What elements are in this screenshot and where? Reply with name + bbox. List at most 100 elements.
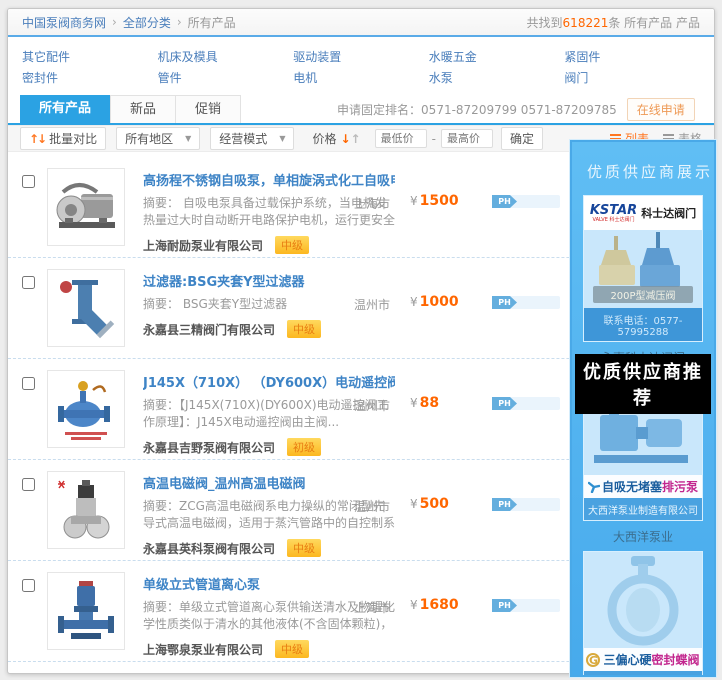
product-thumbnail[interactable] [47,168,125,246]
category-link-plumbing-hardware[interactable]: 水暖五金 [429,48,565,65]
ph-tag: PH [492,397,517,410]
product-thumbnail[interactable] [47,471,125,549]
product-city: 温州市 [354,296,390,313]
category-link-seals[interactable]: 密封件 [22,69,158,86]
product-title-link[interactable]: J145X（710X） （DY600X）电动遥控阀 遥控阀 多 [143,372,395,391]
product-price: ¥88 [410,395,439,411]
row-checkbox[interactable] [22,478,35,491]
ph-indicator: PH [492,599,560,612]
breadcrumb-current: 所有产品 [188,14,236,31]
ph-indicator: PH [492,397,560,410]
category-link-other-parts[interactable]: 其它配件 [22,48,158,65]
row-checkbox[interactable] [22,175,35,188]
company-link[interactable]: 永嘉县吉野泵阀有限公司 [143,439,275,456]
kstar-logo: KSTAR VALVE 科士达阀门 科士达阀门 [584,196,702,230]
pump-banner: 自吸无堵塞 排污泵 [584,475,702,498]
breadcrumb-separator-icon: › [177,15,182,29]
price-sort-label: 价格 [312,130,336,147]
valve-model-label: 200P型减压阀 [593,286,693,303]
category-nav: 其它配件 机床及模具 驱动装置 水暖五金 紧固件 密封件 管件 电机 水泵 阀门 [8,37,714,95]
row-checkbox[interactable] [22,579,35,592]
sort-ascending-icon[interactable]: ↑ [351,132,361,146]
ph-indicator: PH [492,195,560,208]
product-city: 温州市 [354,397,390,414]
product-thumbnail[interactable] [47,269,125,347]
tab-all-products[interactable]: 所有产品 [20,95,110,123]
compare-arrows-icon: ↑↓ [29,132,45,146]
product-title-link[interactable]: 高扬程不锈钢自吸泵，单相旋涡式化工自吸电泵 [143,170,395,189]
chevron-down-icon: ▼ [279,134,285,143]
product-title-link[interactable]: 高温电磁阀_温州高温电磁阀 [143,473,395,492]
product-price: ¥1000 [410,294,459,310]
product-title-link[interactable]: 单级立式管道离心泵 [143,574,395,593]
category-link-fasteners[interactable]: 紧固件 [564,48,700,65]
breadcrumb-category-link[interactable]: 全部分类 [123,14,171,31]
pipeline-pump-image [51,576,121,646]
supplier-ad-shanggao-valve[interactable]: G 三偏心硬 密封蝶阀 上海上高阀门集团有限公司 [583,551,703,677]
ph-indicator: PH [492,498,560,511]
tab-promotions[interactable]: 促销 [176,95,241,123]
chevron-down-icon: ▼ [185,134,191,143]
breadcrumb-separator-icon: › [112,15,117,29]
contact-phone: 联系电话：0577-57995288 [584,308,702,341]
row-checkbox[interactable] [22,276,35,289]
confirm-button[interactable]: 确定 [501,127,543,150]
control-valve-image [51,374,121,444]
product-city: 上海市 [354,195,390,212]
category-link-motors[interactable]: 电机 [293,69,429,86]
category-link-valves[interactable]: 阀门 [564,69,700,86]
product-city: 上海市 [354,599,390,616]
sort-descending-icon[interactable]: ↓ [340,132,350,146]
company-link[interactable]: 永嘉县英科泵阀有限公司 [143,540,275,557]
ph-tag: PH [492,296,517,309]
sidebar-title: 优质供应商展示 [572,142,714,195]
butterfly-valve-image [584,552,702,648]
level-badge: 中级 [287,539,321,557]
supplier-ad-atlantic-pump[interactable]: 自吸无堵塞 排污泵 大西洋泵业制造有限公司 [583,402,703,521]
tab-new-products[interactable]: 新品 [110,95,176,123]
row-checkbox[interactable] [22,377,35,390]
ph-indicator: PH [492,296,560,309]
result-count-text: 共找到618221条 所有产品 产品 [527,14,700,31]
splash-logo-icon [588,481,600,493]
category-link-drive-devices[interactable]: 驱动装置 [293,48,429,65]
premium-suppliers-sidebar: 优质供应商展示 KSTAR VALVE 科士达阀门 科士达阀门 200P型减压阀… [570,140,716,677]
company-link[interactable]: 上海耐励泵业有限公司 [143,237,263,254]
product-city: 温州市 [354,498,390,515]
ph-tag: PH [492,498,517,511]
min-price-input[interactable] [375,129,427,148]
category-link-water-pumps[interactable]: 水泵 [429,69,565,86]
online-apply-button[interactable]: 在线申请 [627,98,695,121]
y-strainer-image [51,273,121,343]
region-dropdown[interactable]: 所有地区 ▼ [116,127,200,150]
product-price: ¥500 [410,496,449,512]
product-title-link[interactable]: 过滤器:BSG夹套Y型过滤器 [143,271,395,290]
level-badge: 中级 [287,320,321,338]
valve-product-image: 200P型减压阀 [584,230,702,308]
valve-banner: G 三偏心硬 密封蝶阀 [584,648,702,671]
company-link[interactable]: 上海鄂泉泵业有限公司 [143,641,263,658]
fixed-ranking-text: 申请固定排名：0571-87209799 0571-87209785 [337,101,617,118]
max-price-input[interactable] [441,129,493,148]
result-count: 618221 [563,16,609,30]
supplier-company-name: 上海上高阀门集团有限公司 [584,671,702,677]
category-link-pipe-fittings[interactable]: 管件 [158,69,294,86]
batch-compare-button[interactable]: ↑↓ 批量对比 [20,127,106,150]
breadcrumb-site-link[interactable]: 中国泵阀商务网 [22,14,106,31]
supplier-ad-kstar[interactable]: KSTAR VALVE 科士达阀门 科士达阀门 200P型减压阀 联系电话：05… [583,195,703,342]
breadcrumb: 中国泵阀商务网 › 全部分类 › 所有产品 共找到618221条 所有产品 产品 [8,9,714,35]
level-badge: 初级 [287,438,321,456]
product-thumbnail[interactable] [47,572,125,650]
supplier-caption-link[interactable]: 大西洋泵业 [572,521,714,551]
product-thumbnail[interactable] [47,370,125,448]
product-price: ¥1680 [410,597,459,613]
recommend-stamp: 优质供应商推荐 [575,354,711,414]
product-price: ¥1500 [410,193,459,209]
pump-image [51,172,121,242]
tab-bar: 所有产品 新品 促销 申请固定排名：0571-87209799 0571-872… [8,95,714,125]
category-link-machine-molds[interactable]: 机床及模具 [158,48,294,65]
company-link[interactable]: 永嘉县三精阀门有限公司 [143,321,275,338]
g-logo-icon: G [586,653,600,667]
solenoid-valve-image [51,475,121,545]
business-mode-dropdown[interactable]: 经营模式 ▼ [210,127,294,150]
